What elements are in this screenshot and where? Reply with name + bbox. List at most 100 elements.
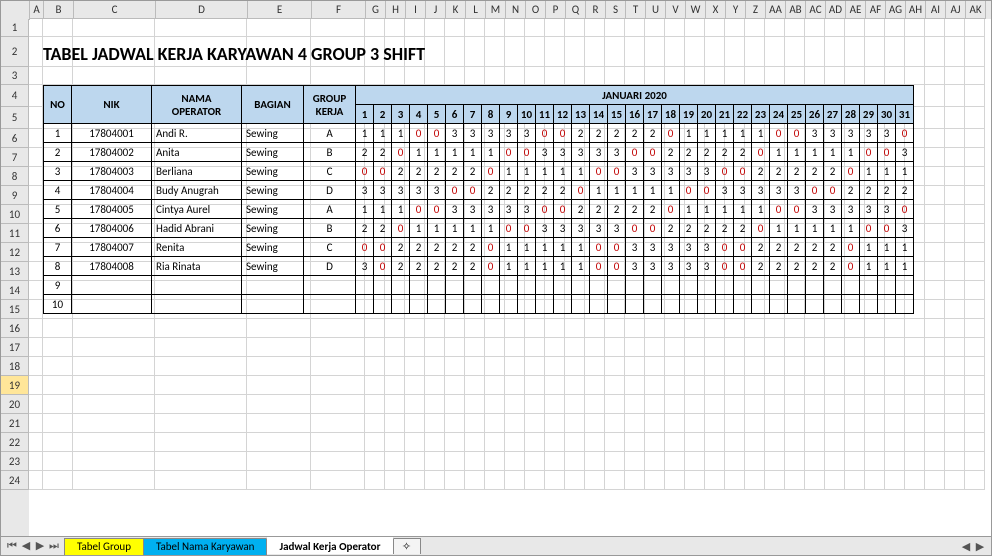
table-cell[interactable]: 3 — [536, 143, 554, 162]
table-cell[interactable]: 2 — [428, 238, 446, 257]
table-cell[interactable]: 2 — [878, 181, 896, 200]
table-cell[interactable]: 1 — [680, 200, 698, 219]
table-cell[interactable]: 17804001 — [72, 124, 152, 143]
table-cell[interactable]: 0 — [446, 181, 464, 200]
table-cell[interactable] — [860, 295, 878, 314]
column-header[interactable]: P — [546, 1, 566, 19]
row-header[interactable]: 10 — [1, 205, 29, 224]
column-header[interactable]: AA — [766, 1, 786, 19]
table-cell[interactable]: 2 — [788, 238, 806, 257]
row-header[interactable]: 16 — [1, 319, 29, 338]
table-cell[interactable]: A — [304, 200, 356, 219]
row-header[interactable]: 9 — [1, 186, 29, 205]
row-header[interactable]: 13 — [1, 262, 29, 281]
row-header[interactable]: 2 — [1, 37, 29, 67]
table-cell[interactable] — [554, 295, 572, 314]
table-cell[interactable]: 0 — [356, 162, 374, 181]
table-cell[interactable]: 1 — [896, 162, 914, 181]
table-cell[interactable] — [374, 276, 392, 295]
table-cell[interactable]: 1 — [392, 124, 410, 143]
table-cell[interactable]: Ria Rinata — [152, 257, 242, 276]
table-cell[interactable] — [662, 295, 680, 314]
row-header[interactable]: 19 — [1, 376, 29, 395]
table-cell[interactable]: 2 — [590, 124, 608, 143]
column-header[interactable]: AD — [826, 1, 846, 19]
table-cell[interactable]: 3 — [644, 162, 662, 181]
table-cell[interactable]: 2 — [626, 124, 644, 143]
table-cell[interactable]: 2 — [44, 143, 72, 162]
sheet-tab[interactable]: Tabel Nama Karyawan — [143, 538, 267, 555]
table-cell[interactable]: 3 — [608, 219, 626, 238]
table-cell[interactable]: 0 — [824, 181, 842, 200]
table-cell[interactable]: 2 — [752, 238, 770, 257]
new-sheet-button[interactable]: ✧ — [393, 538, 421, 554]
table-cell[interactable]: 3 — [356, 181, 374, 200]
table-cell[interactable]: 3 — [572, 219, 590, 238]
column-header[interactable]: N — [506, 1, 526, 19]
table-cell[interactable]: 1 — [554, 162, 572, 181]
table-cell[interactable]: 3 — [410, 181, 428, 200]
column-header[interactable]: AF — [866, 1, 886, 19]
table-cell[interactable]: 0 — [878, 219, 896, 238]
row-header[interactable]: 1 — [1, 19, 29, 37]
table-cell[interactable] — [608, 295, 626, 314]
table-cell[interactable]: 3 — [842, 124, 860, 143]
table-cell[interactable]: 3 — [464, 200, 482, 219]
table-cell[interactable]: 2 — [788, 162, 806, 181]
column-header[interactable]: Z — [746, 1, 766, 19]
table-cell[interactable]: 3 — [680, 238, 698, 257]
table-cell[interactable]: 0 — [500, 143, 518, 162]
table-cell[interactable]: 0 — [662, 124, 680, 143]
table-cell[interactable]: Andi R. — [152, 124, 242, 143]
table-cell[interactable]: 2 — [716, 143, 734, 162]
table-cell[interactable] — [878, 276, 896, 295]
table-cell[interactable]: 2 — [392, 162, 410, 181]
table-cell[interactable] — [626, 295, 644, 314]
column-header[interactable]: O — [526, 1, 546, 19]
table-cell[interactable] — [680, 276, 698, 295]
column-header[interactable]: R — [586, 1, 606, 19]
table-cell[interactable]: 1 — [356, 124, 374, 143]
table-cell[interactable] — [734, 276, 752, 295]
table-cell[interactable]: 0 — [428, 200, 446, 219]
table-cell[interactable]: 0 — [698, 181, 716, 200]
table-cell[interactable]: 1 — [698, 124, 716, 143]
table-cell[interactable]: 3 — [446, 124, 464, 143]
table-cell[interactable]: 0 — [410, 200, 428, 219]
table-cell[interactable]: 0 — [680, 181, 698, 200]
table-cell[interactable]: 0 — [860, 143, 878, 162]
column-header[interactable]: AE — [846, 1, 866, 19]
table-cell[interactable]: 0 — [896, 200, 914, 219]
table-cell[interactable]: 3 — [878, 124, 896, 143]
column-header[interactable]: S — [606, 1, 626, 19]
table-cell[interactable]: 1 — [572, 238, 590, 257]
table-cell[interactable]: 0 — [716, 162, 734, 181]
table-cell[interactable]: 0 — [626, 219, 644, 238]
table-cell[interactable]: 2 — [752, 162, 770, 181]
table-cell[interactable]: 5 — [44, 200, 72, 219]
table-cell[interactable] — [608, 276, 626, 295]
table-cell[interactable]: 0 — [788, 124, 806, 143]
table-cell[interactable]: 0 — [644, 219, 662, 238]
table-cell[interactable]: 2 — [662, 219, 680, 238]
row-header[interactable]: 18 — [1, 357, 29, 376]
table-cell[interactable]: 2 — [824, 238, 842, 257]
table-cell[interactable]: 1 — [644, 181, 662, 200]
table-cell[interactable]: 2 — [806, 257, 824, 276]
table-cell[interactable]: 2 — [590, 200, 608, 219]
table-cell[interactable]: 2 — [806, 238, 824, 257]
table-cell[interactable]: 2 — [824, 162, 842, 181]
grid-area[interactable]: TABEL JADWAL KERJA KARYAWAN 4 GROUP 3 SH… — [29, 19, 991, 537]
table-cell[interactable]: 1 — [770, 219, 788, 238]
table-cell[interactable]: Sewing — [242, 124, 304, 143]
table-cell[interactable] — [644, 276, 662, 295]
table-cell[interactable]: 0 — [608, 238, 626, 257]
table-cell[interactable]: B — [304, 219, 356, 238]
table-cell[interactable]: D — [304, 257, 356, 276]
hscroll-left-icon[interactable]: ◀ — [959, 540, 973, 553]
table-cell[interactable]: 2 — [374, 143, 392, 162]
table-cell[interactable]: 17804006 — [72, 219, 152, 238]
table-cell[interactable]: 3 — [878, 200, 896, 219]
table-cell[interactable]: 1 — [752, 124, 770, 143]
table-cell[interactable]: 0 — [644, 143, 662, 162]
